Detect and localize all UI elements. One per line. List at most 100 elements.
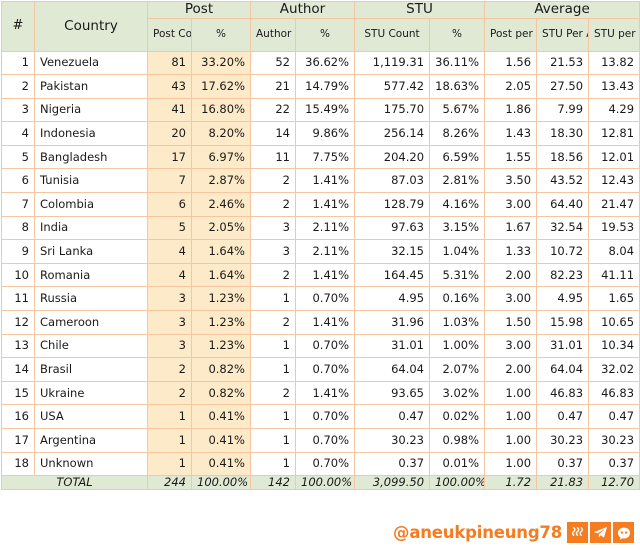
steem-icon[interactable] (567, 522, 588, 543)
row-author-pct: 1.41% (294, 310, 356, 335)
row-post-count: 41 (147, 97, 192, 123)
total-stu-count: 3,099.50 (354, 475, 431, 491)
table-body: 1 Venezuela 81 33.20% 52 36.62% 1,119.31 36.11%… (1, 50, 640, 477)
row-country: Indonesia (34, 121, 148, 146)
row-country: Colombia (34, 192, 148, 217)
row-country: USA (34, 404, 148, 430)
row-post-count: 6 (147, 192, 192, 217)
row-post-pct: 1.23% (191, 286, 251, 312)
row-author-count: 1 (250, 451, 296, 477)
row-stu-per-post: 12.01 (588, 144, 640, 170)
discord-icon[interactable] (613, 522, 634, 543)
row-post-count: 5 (147, 215, 192, 241)
row-stu-per-author: 7.99 (536, 97, 590, 123)
row-author-count: 1 (250, 357, 296, 382)
row-stu-per-post: 10.65 (588, 310, 640, 335)
row-index: 9 (1, 239, 35, 264)
row-author-pct: 1.41% (294, 380, 356, 406)
row-author-count: 52 (250, 50, 296, 76)
row-stu-per-post: 21.47 (588, 192, 640, 217)
row-stu-per-post: 0.37 (588, 451, 640, 477)
row-stu-per-post: 19.53 (588, 215, 640, 241)
row-stu-count: 31.01 (354, 333, 431, 359)
row-stu-count: 164.45 (354, 262, 431, 288)
row-stu-count: 128.79 (354, 192, 431, 217)
table-row: 3 Nigeria 41 16.80% 22 15.49% 175.70 5.67% 1.86 7… (1, 97, 640, 123)
row-author-count: 2 (250, 310, 296, 335)
row-post-count: 1 (147, 428, 192, 453)
row-stu-count: 577.42 (354, 74, 431, 99)
row-post-per-author: 1.00 (484, 404, 538, 430)
header-group-post: Post (147, 1, 251, 19)
telegram-icon[interactable] (590, 522, 611, 543)
header-post-per-author: Post per Author (484, 17, 538, 52)
row-stu-per-post: 30.23 (588, 428, 640, 453)
row-author-pct: 1.41% (294, 262, 356, 288)
row-index: 5 (1, 144, 35, 170)
row-post-per-author: 1.33 (484, 239, 538, 264)
table-row: 17 Argentina 1 0.41% 1 0.70% 30.23 0.98% 1.00 30.… (1, 428, 640, 453)
row-author-pct: 2.11% (294, 239, 356, 264)
row-post-per-author: 1.50 (484, 310, 538, 335)
row-index: 3 (1, 97, 35, 123)
row-post-per-author: 1.00 (484, 451, 538, 477)
row-author-pct: 0.70% (294, 451, 356, 477)
footer-watermark: @aneukpineung78 (0, 516, 640, 549)
row-post-pct: 1.23% (191, 333, 251, 359)
row-stu-per-post: 12.43 (588, 168, 640, 194)
header-stu-per-author: STU Per Author (536, 17, 590, 52)
row-author-pct: 0.70% (294, 286, 356, 312)
table-row: 1 Venezuela 81 33.20% 52 36.62% 1,119.31 36.11%… (1, 50, 640, 76)
row-stu-per-post: 41.11 (588, 262, 640, 288)
row-stu-count: 64.04 (354, 357, 431, 382)
watermark-handle: @aneukpineung78 (393, 523, 562, 542)
table-row: 8 India 5 2.05% 3 2.11% 97.63 3.15% 1.67 32.54 19.… (1, 215, 640, 241)
total-label: TOTAL (1, 475, 148, 491)
row-post-per-author: 2.00 (484, 357, 538, 382)
row-stu-per-post: 13.82 (588, 50, 640, 76)
row-stu-count: 256.14 (354, 121, 431, 146)
row-index: 15 (1, 380, 35, 406)
row-post-count: 2 (147, 357, 192, 382)
total-post-pct: 100.00% (191, 475, 251, 491)
row-stu-pct: 2.07% (429, 357, 486, 382)
header-author-count: Author Count (250, 17, 296, 52)
row-stu-per-post: 0.47 (588, 404, 640, 430)
row-stu-per-author: 31.01 (536, 333, 590, 359)
row-post-pct: 0.41% (191, 451, 251, 477)
row-stu-pct: 5.67% (429, 97, 486, 123)
table-row: 15 Ukraine 2 0.82% 2 1.41% 93.65 3.02% 1.00 46.83… (1, 380, 640, 406)
row-post-count: 2 (147, 380, 192, 406)
row-stu-pct: 5.31% (429, 262, 486, 288)
header-group-author: Author (249, 1, 356, 19)
row-author-count: 3 (250, 239, 296, 264)
row-stu-per-author: 21.53 (536, 50, 590, 76)
row-stu-count: 93.65 (354, 380, 431, 406)
row-post-count: 20 (147, 121, 192, 146)
row-stu-per-author: 15.98 (536, 310, 590, 335)
row-country: Sri Lanka (34, 239, 148, 264)
row-post-count: 3 (147, 333, 192, 359)
row-stu-per-author: 18.56 (536, 144, 590, 170)
row-post-per-author: 2.00 (484, 262, 538, 288)
row-stu-count: 32.15 (354, 239, 431, 264)
row-post-count: 43 (147, 74, 192, 99)
row-post-per-author: 3.00 (484, 286, 538, 312)
row-author-count: 2 (250, 168, 296, 194)
row-stu-pct: 0.98% (429, 428, 486, 453)
row-country: Brasil (34, 357, 148, 382)
row-stu-per-author: 18.30 (536, 121, 590, 146)
header-stu-count: STU Count (354, 17, 431, 52)
row-author-count: 2 (250, 380, 296, 406)
row-post-per-author: 1.86 (484, 97, 538, 123)
row-author-pct: 1.41% (294, 192, 356, 217)
row-post-pct: 17.62% (191, 74, 251, 99)
row-index: 13 (1, 333, 35, 359)
row-stu-pct: 0.02% (429, 404, 486, 430)
row-stu-pct: 1.00% (429, 333, 486, 359)
row-stu-per-post: 13.43 (588, 74, 640, 99)
table-row: 7 Colombia 6 2.46% 2 1.41% 128.79 4.16% 3.00 64.4… (1, 192, 640, 217)
header-group-stu: STU (354, 1, 486, 19)
row-index: 7 (1, 192, 35, 217)
row-stu-per-post: 12.81 (588, 121, 640, 146)
